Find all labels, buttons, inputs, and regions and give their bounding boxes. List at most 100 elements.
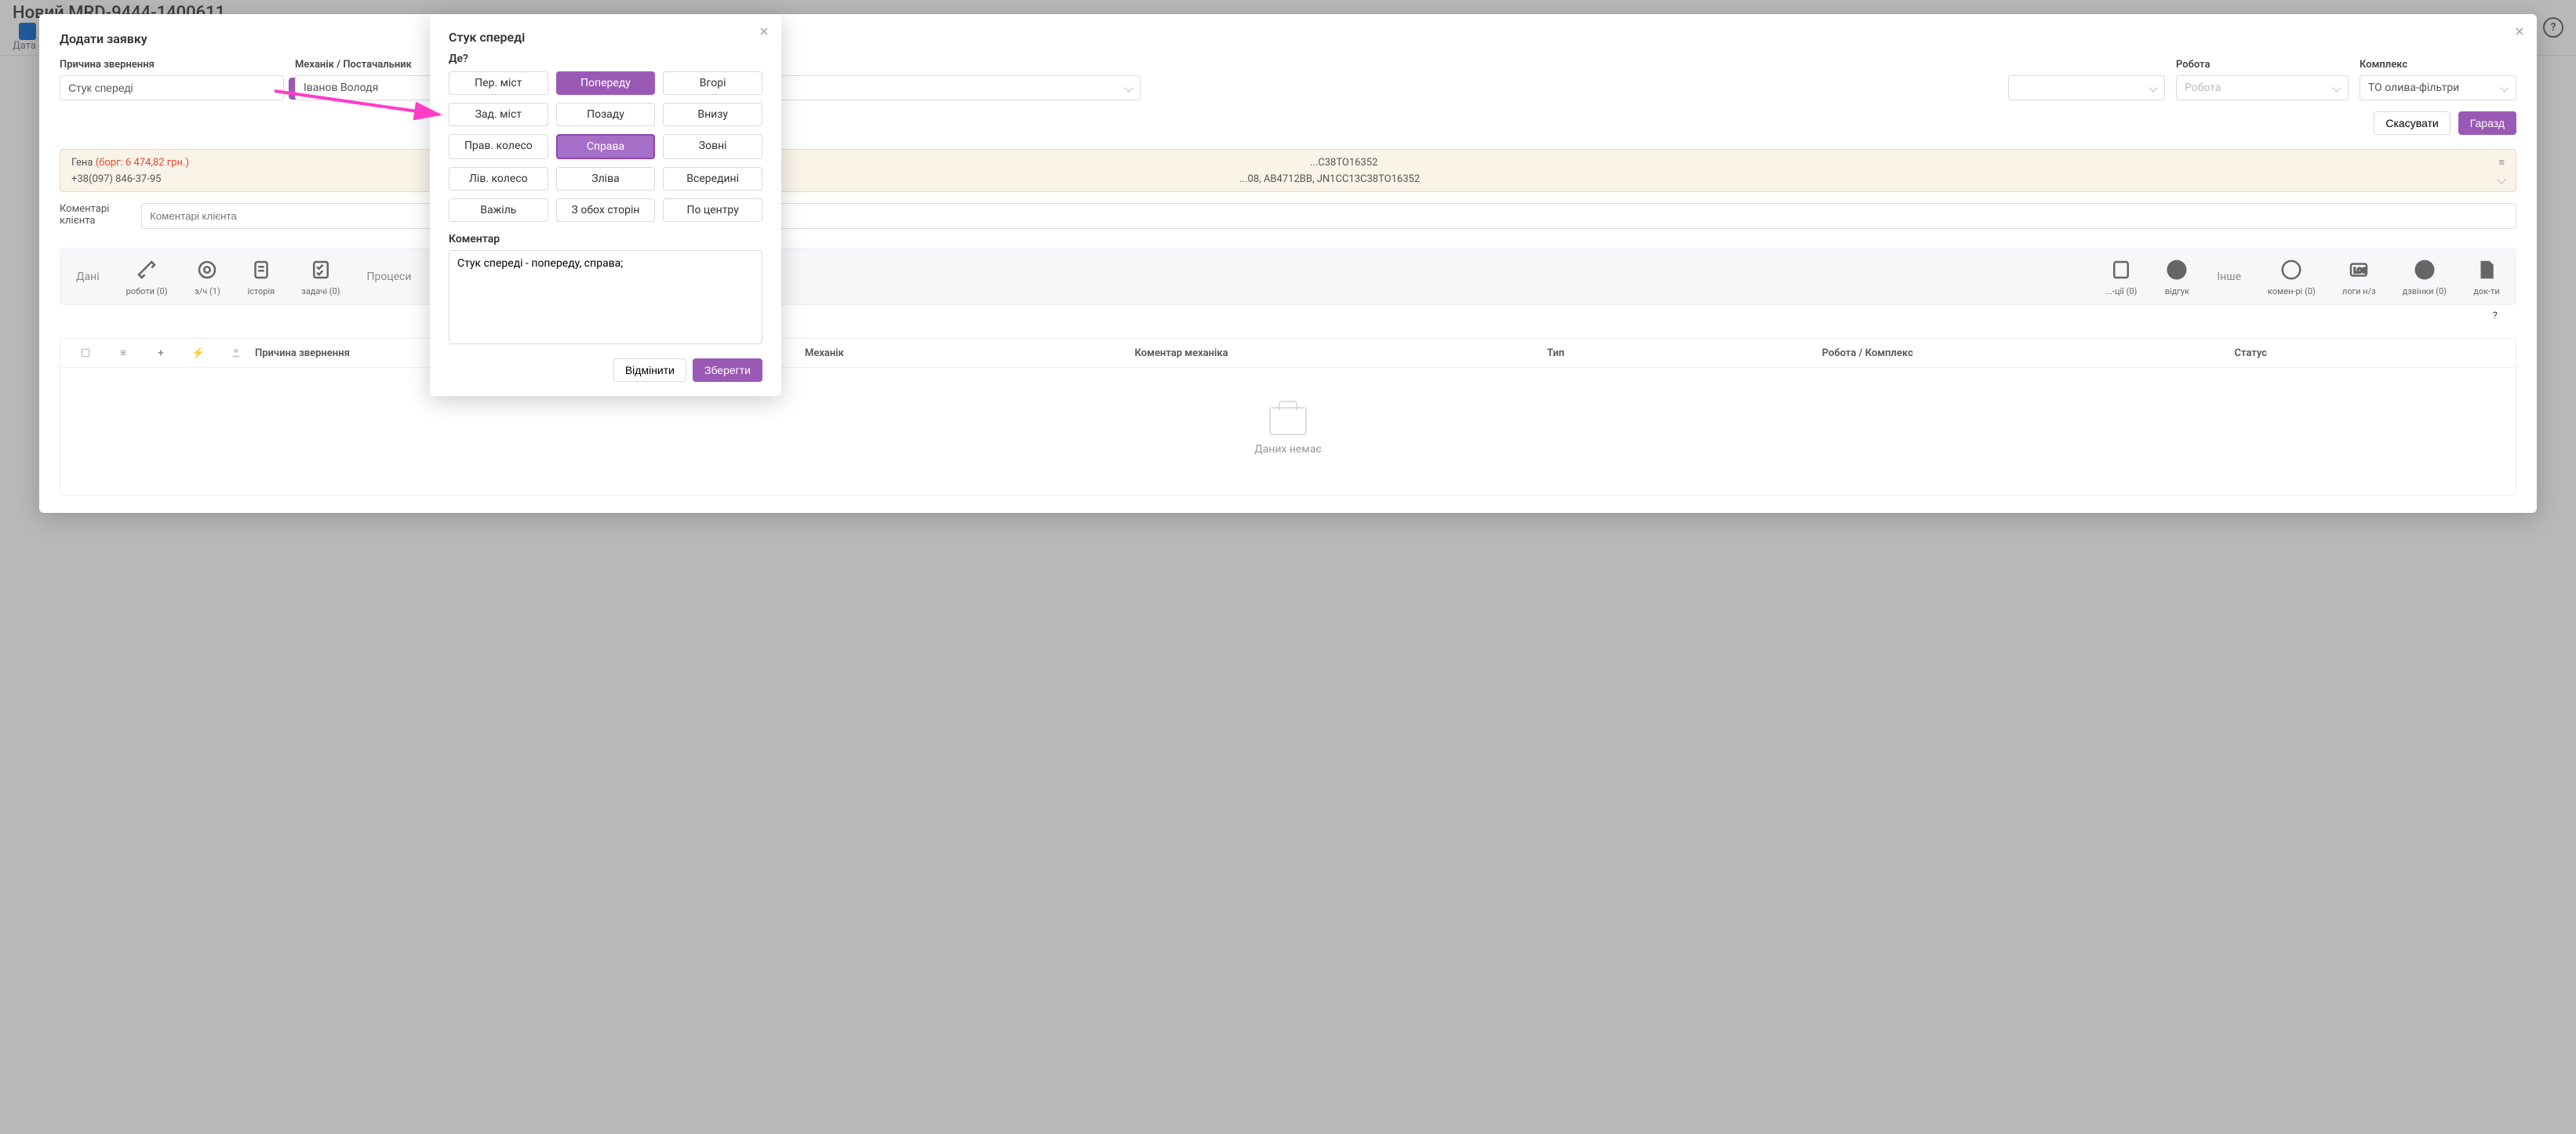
chat-icon [2278,256,2305,283]
location-option[interactable]: Справа [556,134,656,159]
location-option[interactable]: Зад. міст [449,103,548,126]
checklist-icon [307,256,334,283]
client-debt: (борг: 6 474,82 грн.) [96,157,189,169]
help-icon[interactable]: ? [2493,310,2509,325]
work-label: Робота [2176,59,2349,71]
cancel-button[interactable]: Скасувати [2374,111,2450,135]
location-option[interactable]: Позаду [556,103,656,126]
person-icon[interactable] [217,347,255,359]
thumb-icon [2163,256,2190,283]
doc-icon [2473,256,2500,283]
complex-value: ТО олива-фільтри [2368,82,2459,94]
header-work: Робота / Комплекс [1822,347,2235,359]
comment-label: Коментар [449,233,762,245]
more-icon[interactable]: ≡ [2498,156,2505,169]
requests-table: ≡ + ⚡ Причина звернення Механік Коментар… [60,338,2516,496]
question-label: Де? [449,53,762,65]
tab-docs-label: док-ти [2473,286,2500,296]
header-status: Статус [2235,347,2510,359]
chevron-down-icon [2148,83,2157,92]
tab-works-label: роботи (0) [126,286,168,296]
tab-data[interactable]: Дані [76,271,100,283]
location-option[interactable]: Попереду [556,71,656,95]
phone-icon [2411,256,2438,283]
comment-textarea[interactable] [449,250,762,344]
location-option[interactable]: Внизу [663,103,762,126]
tab-comments[interactable]: комен-рі (0) [2268,256,2316,296]
complex-select[interactable]: ТО олива-фільтри [2360,75,2516,100]
location-option[interactable]: Всередині [663,167,762,191]
tab-review[interactable]: відгук [2163,256,2190,296]
add-request-modal: Додати заявку Причина звернення Механік … [39,14,2537,513]
tab-parts[interactable]: з/ч (1) [194,256,220,296]
menu-icon[interactable]: ≡ [104,347,142,359]
location-option[interactable]: Прав. колесо [449,134,548,159]
client-comments-label: Коментарі клієнта [60,203,130,227]
location-option[interactable]: З обох сторін [556,198,656,222]
modal-title: Додати заявку [60,31,2516,46]
location-option[interactable]: Зовні [663,134,762,159]
svg-text:LOG: LOG [2354,267,2367,275]
tab-tasks-label: задачі (0) [301,286,340,296]
reason-input[interactable] [60,75,284,100]
tab-recs[interactable]: ...-ції (0) [2105,256,2137,296]
empty-text: Даних немає [60,443,2516,456]
header-comment: Коментар механіка [1135,347,1548,359]
close-icon[interactable] [758,25,770,41]
cancel-button[interactable]: Відмінити [613,358,686,382]
tab-logs[interactable]: LOG логи н/з [2342,256,2376,296]
location-option[interactable]: Зліва [556,167,656,191]
tab-logs-label: логи н/з [2342,286,2376,296]
chevron-down-icon [2500,83,2509,92]
client-codes: ...08, AB4712BB, JN1CC13C38TO16352 [1239,173,1420,185]
empty-box-icon [1269,407,1307,435]
log-icon: LOG [2345,256,2372,283]
tab-calls-label: дзвінки (0) [2403,286,2447,296]
tab-calls[interactable]: дзвінки (0) [2403,256,2447,296]
modal-title: Стук спереді [449,30,762,45]
complex-label: Комплекс [2360,59,2516,71]
tab-works[interactable]: роботи (0) [126,256,168,296]
chevron-down-icon[interactable] [2497,175,2505,184]
location-option[interactable]: Лів. колесо [449,167,548,191]
location-option[interactable]: По центру [663,198,762,222]
location-option[interactable]: Важіль [449,198,548,222]
location-option[interactable]: Пер. міст [449,71,548,95]
tab-history-label: історія [247,286,275,296]
hidden-select-1[interactable] [2008,75,2165,100]
header-mechanic: Механік [805,347,1135,359]
checkbox-header[interactable] [67,347,104,358]
tab-tasks[interactable]: задачі (0) [301,256,340,296]
tab-review-label: відгук [2165,286,2189,296]
close-icon[interactable] [2513,25,2526,41]
tab-comments-label: комен-рі (0) [2268,286,2316,296]
work-select[interactable]: Робота [2176,75,2349,100]
tab-processes[interactable]: Процеси [367,271,412,283]
history-icon [248,256,275,283]
disc-icon [194,256,220,283]
wrench-icon [133,256,160,283]
tab-other[interactable]: Інше [2217,271,2241,283]
tab-strip: Дані роботи (0) з/ч (1) історія задачі (… [60,248,2516,305]
tab-parts-label: з/ч (1) [195,286,220,296]
client-phone: +38(097) 846-37-95 [71,173,161,185]
ok-button[interactable]: Гаразд [2458,111,2516,135]
tab-recs-label: ...-ції (0) [2105,286,2137,296]
location-option[interactable]: Вгорі [663,71,762,95]
bolt-icon[interactable]: ⚡ [180,347,217,359]
save-button[interactable]: Зберегти [693,358,762,382]
chevron-down-icon [2332,83,2341,92]
reason-field: Причина звернення [60,59,284,100]
header-type: Тип [1547,347,1821,359]
reason-label: Причина звернення [60,59,284,71]
plus-icon[interactable]: + [142,347,180,359]
mechanic-value: Іванов Володя [304,82,378,94]
tab-docs[interactable]: док-ти [2473,256,2500,296]
location-modal: Стук спереді Де? Пер. міст Попереду Вгорі З… [430,14,781,396]
client-info-band: Гена (борг: 6 474,82 грн.) ...C38TO16352… [60,149,2516,192]
table-empty: Даних немає [60,368,2516,495]
tab-history[interactable]: історія [247,256,275,296]
work-placeholder: Робота [2185,82,2221,94]
client-name: Гена [71,157,93,169]
chevron-down-icon [1124,83,1133,92]
